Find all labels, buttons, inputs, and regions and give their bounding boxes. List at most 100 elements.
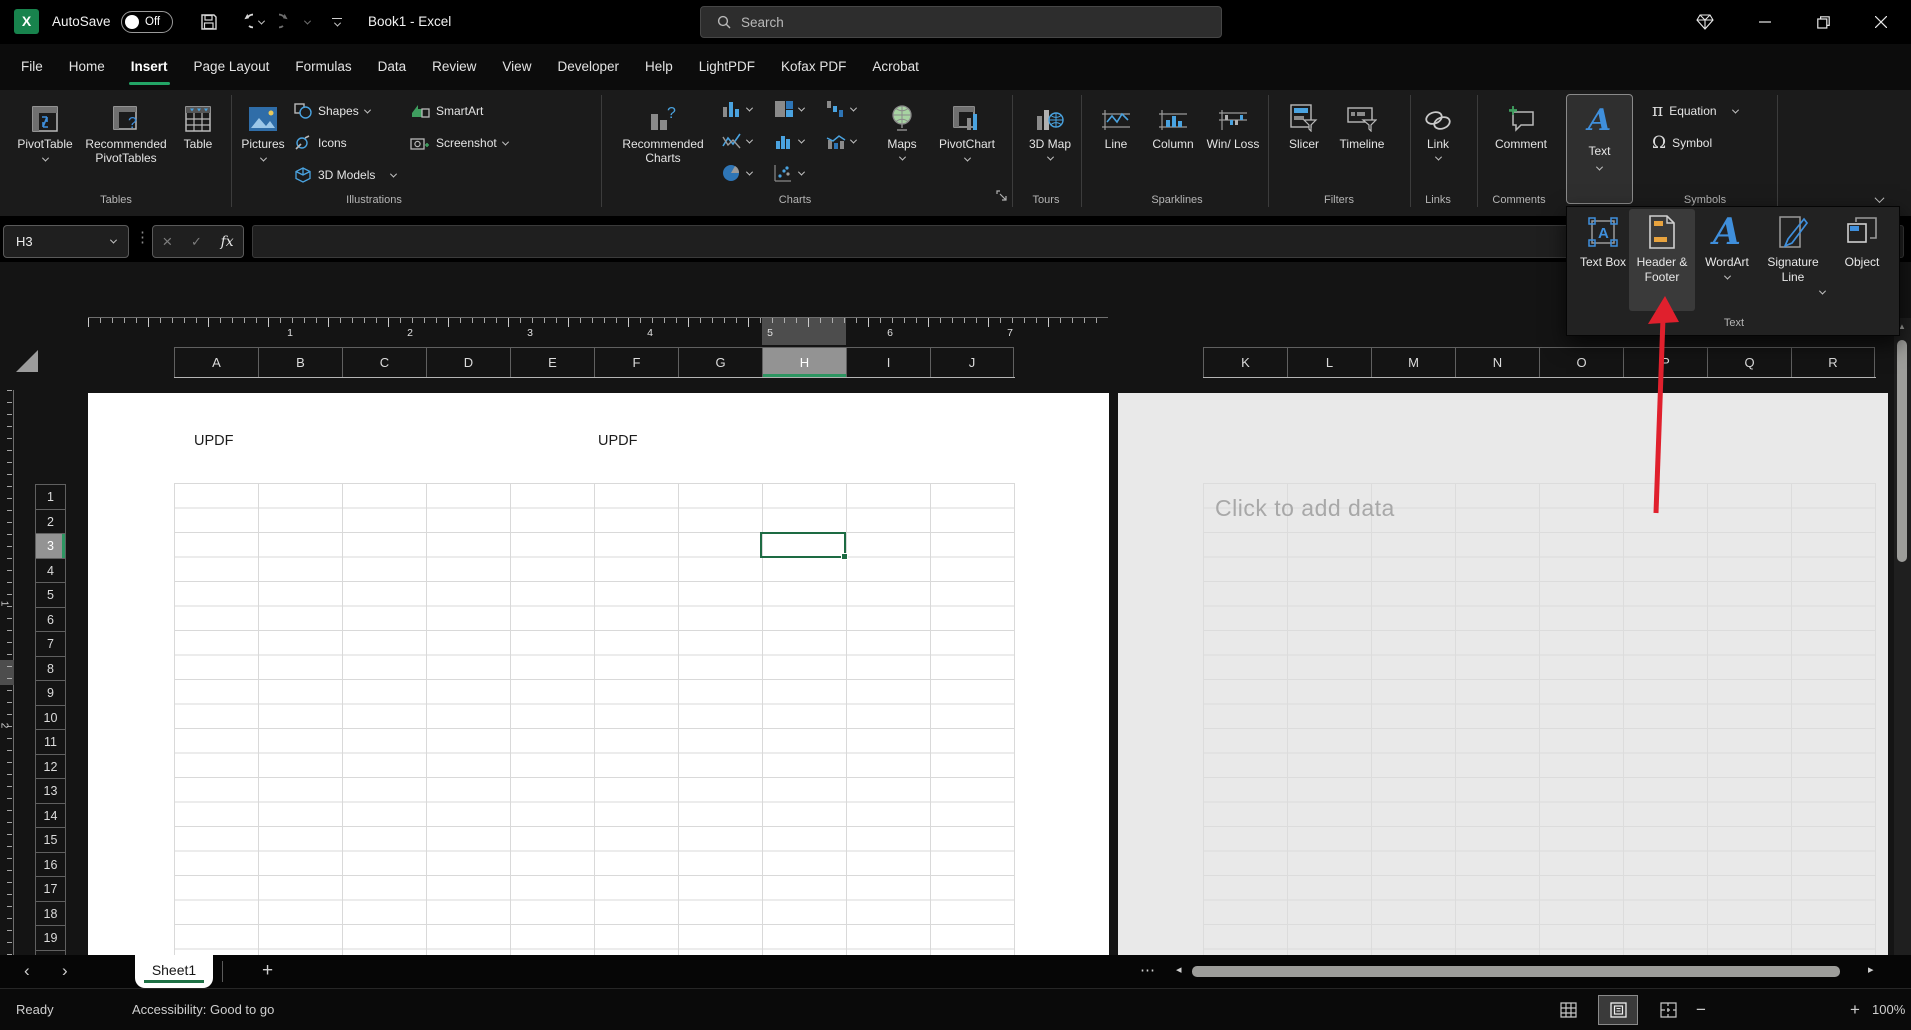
insert-waterfall-chart-button[interactable] <box>826 98 856 120</box>
add-sheet-button[interactable]: + <box>262 955 273 988</box>
scroll-right-icon[interactable]: ▸ <box>1868 955 1874 988</box>
zoom-out-button[interactable]: − <box>1696 989 1706 1030</box>
maps-button[interactable]: Maps <box>876 96 928 200</box>
undo-icon[interactable] <box>230 10 256 34</box>
quick-access-customize-icon[interactable] <box>324 10 350 34</box>
table-button[interactable]: Table <box>170 96 226 200</box>
close-button[interactable] <box>1858 0 1904 44</box>
tab-data[interactable]: Data <box>365 44 420 90</box>
column-header-b[interactable]: B <box>258 347 342 377</box>
normal-view-button[interactable] <box>1548 995 1588 1025</box>
cancel-icon[interactable]: × <box>162 232 172 252</box>
sheet-tab-active[interactable]: Sheet1 <box>135 955 213 988</box>
insert-combo-chart-button[interactable] <box>826 130 856 152</box>
active-cell-selection[interactable] <box>760 532 846 558</box>
zoom-level[interactable]: 100% <box>1872 989 1905 1030</box>
row-header-7[interactable]: 7 <box>35 631 66 656</box>
recommended-charts-button[interactable]: ? Recommended Charts <box>613 96 713 200</box>
insert-line-chart-button[interactable] <box>722 130 752 152</box>
insert-column-chart-button[interactable] <box>722 98 752 120</box>
column-header-c[interactable]: C <box>342 347 426 377</box>
column-header-m[interactable]: M <box>1371 347 1455 377</box>
next-sheet-icon[interactable]: › <box>62 955 68 988</box>
row-header-11[interactable]: 11 <box>35 729 66 754</box>
tab-insert[interactable]: Insert <box>118 44 181 90</box>
insert-statistic-chart-button[interactable] <box>774 130 804 152</box>
undo-chevron-icon[interactable] <box>255 10 267 34</box>
column-header-q[interactable]: Q <box>1707 347 1791 377</box>
column-header-d[interactable]: D <box>426 347 510 377</box>
insert-hierarchy-chart-button[interactable] <box>774 98 804 120</box>
row-header-14[interactable]: 14 <box>35 803 66 828</box>
charts-dialog-launcher-icon[interactable] <box>996 190 1007 201</box>
equation-button[interactable]: π Equation <box>1652 100 1738 122</box>
row-header-19[interactable]: 19 <box>35 925 66 950</box>
tab-home[interactable]: Home <box>56 44 118 90</box>
row-header-16[interactable]: 16 <box>35 852 66 877</box>
tab-formulas[interactable]: Formulas <box>282 44 364 90</box>
adjacent-page[interactable]: Click to add data <box>1118 393 1888 955</box>
status-accessibility[interactable]: Accessibility: Good to go <box>132 989 274 1030</box>
recommended-pivottables-button[interactable]: ? Recommended PivotTables <box>82 96 170 200</box>
row-header-13[interactable]: 13 <box>35 778 66 803</box>
column-header-l[interactable]: L <box>1287 347 1371 377</box>
restore-button[interactable] <box>1800 0 1846 44</box>
tab-page-layout[interactable]: Page Layout <box>181 44 283 90</box>
shapes-button[interactable]: Shapes <box>294 100 370 122</box>
column-header-g[interactable]: G <box>678 347 762 377</box>
row-header-6[interactable]: 6 <box>35 607 66 632</box>
row-header-3[interactable]: 3 <box>35 533 66 558</box>
premium-gem-icon[interactable] <box>1682 0 1728 44</box>
fill-handle[interactable] <box>841 553 848 560</box>
timeline-button[interactable]: Timeline <box>1330 96 1394 200</box>
tab-view[interactable]: View <box>489 44 544 90</box>
row-header-5[interactable]: 5 <box>35 582 66 607</box>
tab-more-icon[interactable]: ⋯ <box>1140 955 1155 988</box>
column-header-k[interactable]: K <box>1203 347 1287 377</box>
scroll-left-icon[interactable]: ◂ <box>1176 955 1182 988</box>
column-header-e[interactable]: E <box>510 347 594 377</box>
insert-function-icon[interactable]: fx <box>221 234 234 250</box>
tab-help[interactable]: Help <box>632 44 686 90</box>
tab-developer[interactable]: Developer <box>544 44 632 90</box>
column-header-r[interactable]: R <box>1791 347 1875 377</box>
3d-map-button[interactable]: 3D Map <box>1022 96 1078 200</box>
row-header-12[interactable]: 12 <box>35 754 66 779</box>
column-header-j[interactable]: J <box>930 347 1014 377</box>
tab-lightpdf[interactable]: LightPDF <box>686 44 768 90</box>
slicer-button[interactable]: Slicer <box>1279 96 1329 200</box>
autosave-toggle[interactable]: Off <box>121 11 173 33</box>
prev-sheet-icon[interactable]: ‹ <box>24 955 30 988</box>
insert-scatter-chart-button[interactable] <box>774 162 804 184</box>
search-input[interactable]: Search <box>700 6 1222 38</box>
adjacent-cell-grid[interactable] <box>1203 483 1876 955</box>
icons-button[interactable]: Icons <box>294 132 347 154</box>
row-header-4[interactable]: 4 <box>35 558 66 583</box>
pivotchart-button[interactable]: PivotChart <box>928 96 1006 200</box>
row-header-2[interactable]: 2 <box>35 509 66 534</box>
sparkline-winloss-button[interactable]: Win/ Loss <box>1206 96 1260 200</box>
column-header-a[interactable]: A <box>174 347 258 377</box>
comment-button[interactable]: Comment <box>1488 96 1554 200</box>
row-header-18[interactable]: 18 <box>35 901 66 926</box>
sparkline-column-button[interactable]: Column <box>1144 96 1202 200</box>
column-header-f[interactable]: F <box>594 347 678 377</box>
column-header-o[interactable]: O <box>1539 347 1623 377</box>
page-break-view-button[interactable] <box>1648 995 1688 1025</box>
minimize-button[interactable] <box>1742 0 1788 44</box>
smartart-button[interactable]: SmartArt <box>410 100 483 122</box>
page-layout-view-button[interactable] <box>1598 995 1638 1025</box>
tab-file[interactable]: File <box>8 44 56 90</box>
row-header-15[interactable]: 15 <box>35 827 66 852</box>
cell-grid[interactable] <box>174 483 1015 955</box>
wordart-button[interactable]: A WordArt <box>1695 211 1759 317</box>
worksheet-page[interactable]: UPDF UPDF <box>88 393 1109 955</box>
row-header-9[interactable]: 9 <box>35 680 66 705</box>
pictures-button[interactable]: Pictures <box>236 96 290 200</box>
enter-icon[interactable]: ✓ <box>191 234 202 250</box>
sparkline-line-button[interactable]: Line <box>1092 96 1140 200</box>
horizontal-scrollbar-thumb[interactable] <box>1192 966 1840 977</box>
row-header-10[interactable]: 10 <box>35 705 66 730</box>
tab-kofax-pdf[interactable]: Kofax PDF <box>768 44 859 90</box>
text-box-button[interactable]: A Text Box <box>1575 211 1631 317</box>
